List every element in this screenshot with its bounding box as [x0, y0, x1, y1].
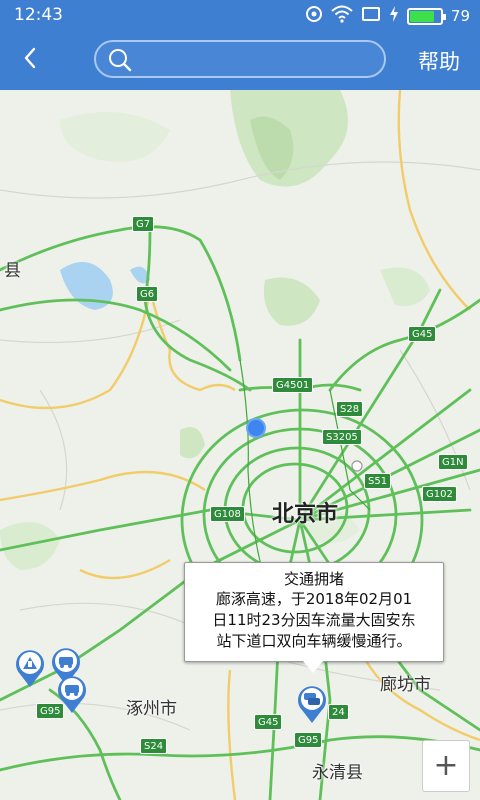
notification-icon: [305, 5, 323, 27]
help-button[interactable]: 帮助: [418, 46, 460, 76]
highway-shield: G6: [136, 286, 159, 302]
wifi-icon: [331, 5, 353, 27]
traffic-jam-marker-selected[interactable]: [296, 684, 328, 724]
status-bar: 12:43 79: [0, 0, 480, 30]
incident-line: 站下道口双向车辆缓慢通行。: [216, 632, 412, 650]
place-label-county: 县: [4, 261, 21, 281]
search-input[interactable]: [140, 46, 376, 72]
battery-icon: [406, 7, 446, 25]
incident-popup[interactable]: 交通拥堵 廊涿高速，于2018年02月01 日11时23分因车流量大固安东 站下…: [184, 562, 444, 673]
place-label-beijing: 北京市: [272, 502, 339, 527]
highway-shield: G45: [408, 326, 437, 342]
search-box[interactable]: [94, 40, 386, 78]
place-label-yongqing: 永清县: [312, 763, 363, 783]
highway-shield: S24: [140, 738, 168, 754]
highway-shield: G4501: [272, 377, 314, 393]
screen-icon: [361, 5, 381, 27]
place-label-zhuozhou: 涿州市: [126, 699, 177, 719]
highway-shield: 24: [328, 704, 349, 720]
highway-shield: G102: [422, 486, 457, 502]
map-view[interactable]: G7 G6 G45 G4501 S28 S3205 G1N S51 G102 G…: [0, 90, 480, 800]
incident-line: 廊涿高速，于2018年02月01: [215, 590, 413, 608]
roadwork-marker[interactable]: [14, 648, 46, 688]
toolbar: 帮助: [0, 30, 480, 90]
incident-line: 日11时23分因车流量大固安东: [212, 611, 416, 629]
battery-level: 79: [450, 7, 470, 25]
back-button[interactable]: [14, 44, 46, 76]
current-location-dot: [246, 418, 266, 438]
status-time: 12:43: [14, 5, 63, 25]
status-icons: 79: [305, 5, 470, 27]
highway-shield: G95: [294, 732, 323, 748]
highway-shield: S51: [364, 473, 392, 489]
highway-shield: S3205: [322, 429, 362, 445]
plus-icon: +: [433, 748, 459, 783]
highway-shield: G45: [254, 714, 283, 730]
place-label-langfang: 廊坊市: [380, 675, 431, 695]
highway-shield: S28: [336, 401, 364, 417]
highway-shield: G7: [132, 216, 155, 232]
search-icon: [108, 48, 132, 76]
incident-title: 交通拥堵: [283, 570, 344, 588]
highway-shield: G108: [210, 506, 245, 522]
traffic-jam-marker[interactable]: [56, 674, 88, 714]
zoom-in-button[interactable]: +: [422, 740, 470, 792]
highway-shield: G1N: [438, 454, 468, 470]
charging-icon: [389, 5, 399, 27]
chevron-left-icon: [23, 47, 37, 73]
